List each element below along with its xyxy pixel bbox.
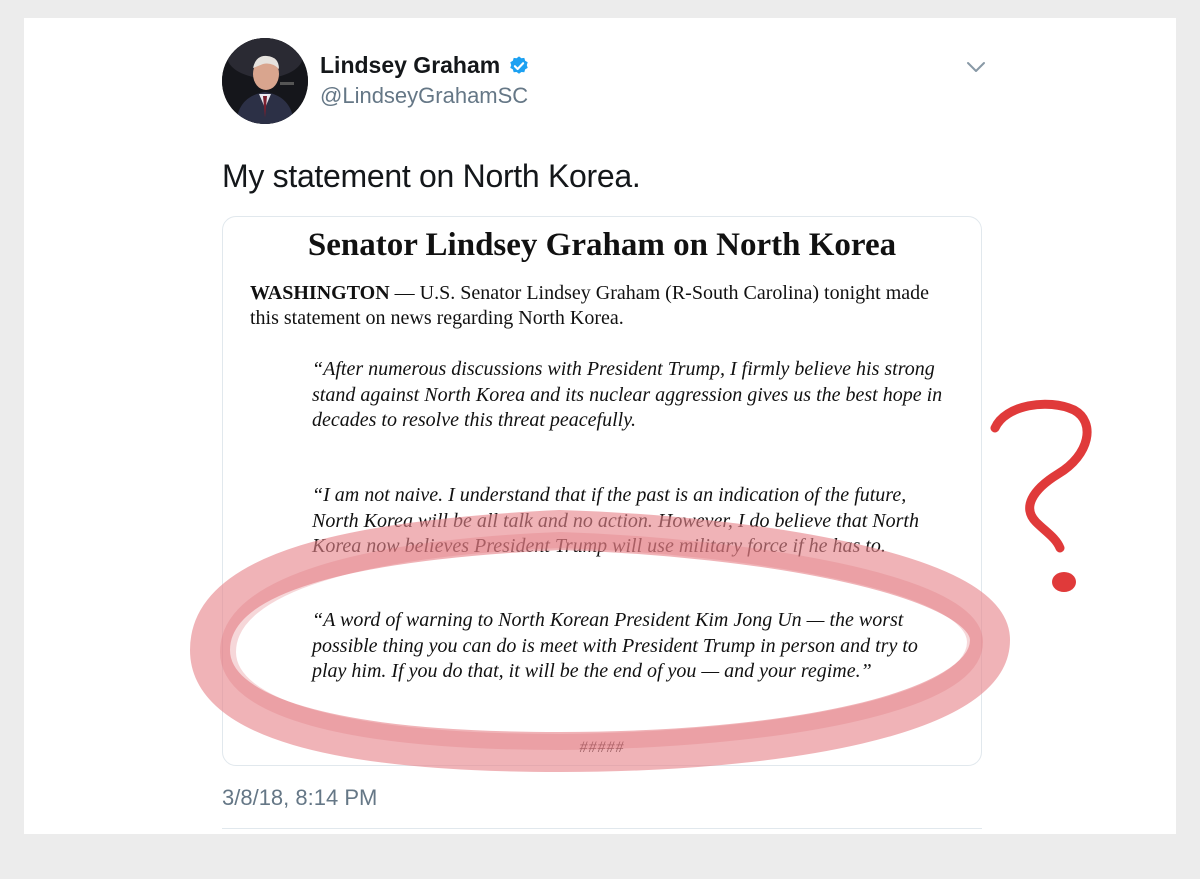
document-title: Senator Lindsey Graham on North Korea: [307, 227, 897, 263]
verified-badge-icon: [510, 55, 528, 74]
author-avatar[interactable]: [222, 38, 308, 124]
document-intro: WASHINGTON — U.S. Senator Lindsey Graham…: [250, 281, 950, 331]
chevron-down-icon[interactable]: [966, 60, 986, 74]
author-name-text[interactable]: Lindsey Graham: [320, 52, 500, 79]
tweet-text: My statement on North Korea.: [222, 158, 641, 194]
quote-paragraph-2: “I am not naive. I understand that if th…: [312, 484, 919, 557]
divider: [222, 828, 982, 829]
tweet-timestamp[interactable]: 3/8/18, 8:14 PM: [222, 785, 377, 811]
quote-paragraph-3: “A word of warning to North Korean Presi…: [312, 609, 918, 682]
avatar-photo: [222, 38, 308, 124]
end-mark: #####: [579, 739, 625, 756]
quote-paragraph-1: “After numerous discussions with Preside…: [312, 358, 943, 431]
tweet-media-image[interactable]: Senator Lindsey Graham on North Korea WA…: [222, 216, 982, 766]
author-handle[interactable]: @LindseyGrahamSC: [320, 83, 528, 109]
author-name[interactable]: Lindsey Graham: [320, 52, 530, 79]
dateline: WASHINGTON: [250, 282, 390, 304]
